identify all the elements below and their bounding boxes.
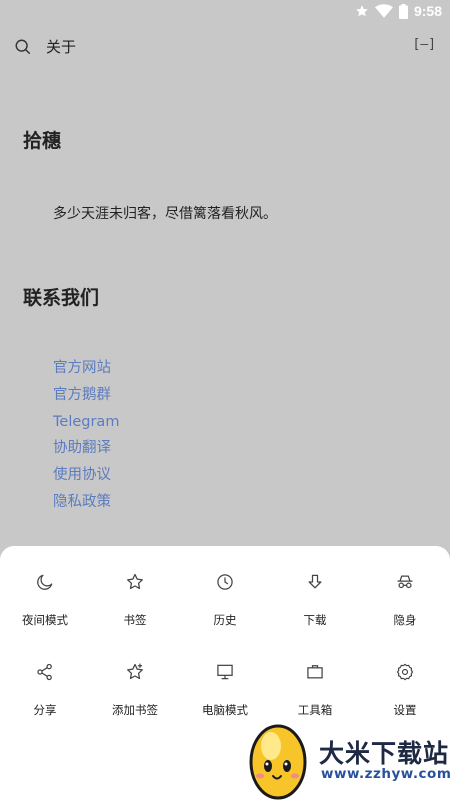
mascot-logo bbox=[249, 724, 307, 800]
search-icon[interactable] bbox=[14, 38, 32, 56]
link-privacy-policy[interactable]: 隐私政策 bbox=[53, 489, 119, 516]
menu-label: 夜间模式 bbox=[22, 613, 68, 627]
menu-item-bookmarks[interactable]: 书签 bbox=[90, 546, 180, 636]
wifi-icon bbox=[374, 4, 393, 18]
tabs-button[interactable]: [–] bbox=[413, 37, 436, 52]
menu-item-night-mode[interactable]: 夜间模式 bbox=[0, 546, 90, 636]
moon-icon bbox=[37, 574, 53, 590]
link-telegram[interactable]: Telegram bbox=[53, 409, 119, 436]
menu-label: 分享 bbox=[33, 703, 57, 717]
link-official-group[interactable]: 官方鹅群 bbox=[53, 382, 119, 409]
tagline: 多少天涯未归客，尽借篱落看秋风。 bbox=[53, 206, 277, 222]
contact-heading: 联系我们 bbox=[23, 287, 100, 309]
menu-label: 工具箱 bbox=[297, 703, 333, 717]
share-icon bbox=[37, 663, 52, 681]
clock-icon bbox=[217, 574, 233, 590]
menu-item-share[interactable]: 分享 bbox=[0, 636, 90, 726]
link-terms-of-use[interactable]: 使用协议 bbox=[53, 462, 119, 489]
menu-item-downloads[interactable]: 下载 bbox=[270, 546, 360, 636]
menu-item-add-bookmark[interactable]: 添加书签 bbox=[90, 636, 180, 726]
monitor-icon bbox=[217, 664, 233, 680]
menu-label: 电脑模式 bbox=[202, 703, 248, 717]
menu-label: 书签 bbox=[123, 613, 147, 627]
app-name-heading: 拾穗 bbox=[23, 130, 62, 152]
download-icon bbox=[308, 574, 322, 589]
watermark-url: www.zzhyw.com bbox=[321, 766, 450, 782]
star-plus-icon bbox=[127, 663, 143, 680]
site-watermark: 大米下载站 www.zzhyw.com bbox=[245, 720, 450, 800]
link-official-website[interactable]: 官方网站 bbox=[53, 355, 119, 382]
battery-icon bbox=[398, 3, 408, 19]
menu-item-settings[interactable]: 设置 bbox=[360, 636, 450, 726]
menu-label: 隐身 bbox=[393, 613, 417, 627]
status-bar: 9:58 bbox=[0, 0, 450, 24]
menu-label: 添加书签 bbox=[112, 703, 158, 717]
contact-links: 官方网站 官方鹅群 Telegram 协助翻译 使用协议 隐私政策 bbox=[53, 355, 119, 516]
menu-item-toolbox[interactable]: 工具箱 bbox=[270, 636, 360, 726]
status-time: 9:58 bbox=[413, 3, 442, 19]
page-title[interactable]: 关于 bbox=[46, 36, 76, 57]
top-bar: 关于 [–] bbox=[0, 24, 450, 70]
incognito-icon bbox=[397, 575, 413, 589]
menu-label: 设置 bbox=[393, 703, 417, 717]
star-status-icon bbox=[356, 5, 368, 17]
watermark-title: 大米下载站 bbox=[319, 739, 450, 768]
star-icon bbox=[127, 573, 143, 590]
menu-label: 下载 bbox=[303, 613, 327, 627]
link-help-translate[interactable]: 协助翻译 bbox=[53, 435, 119, 462]
menu-item-desktop-mode[interactable]: 电脑模式 bbox=[180, 636, 270, 726]
menu-item-history[interactable]: 历史 bbox=[180, 546, 270, 636]
menu-item-incognito[interactable]: 隐身 bbox=[360, 546, 450, 636]
menu-label: 历史 bbox=[213, 613, 237, 627]
toolbox-icon bbox=[307, 665, 323, 679]
gear-icon bbox=[396, 663, 414, 681]
